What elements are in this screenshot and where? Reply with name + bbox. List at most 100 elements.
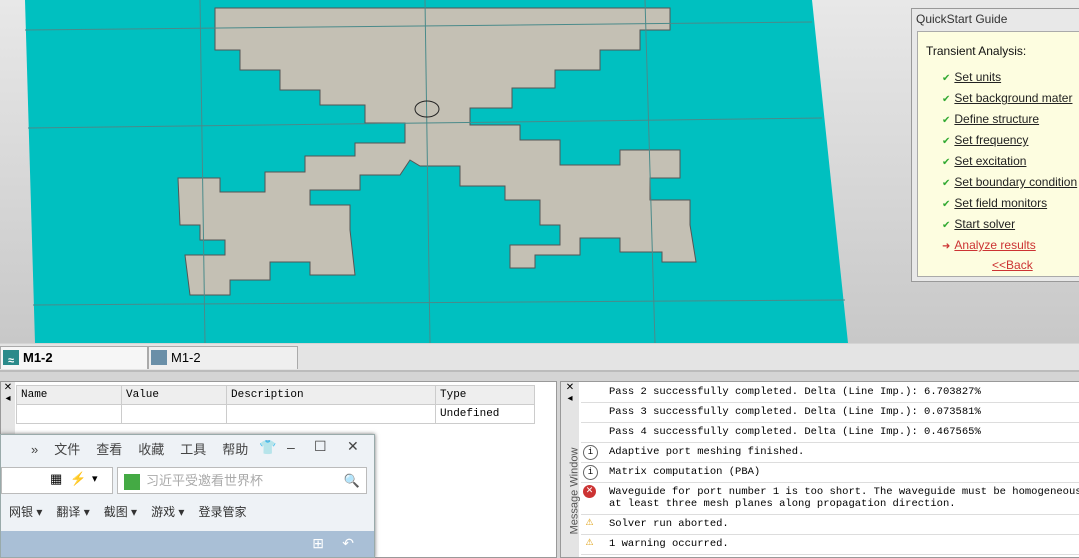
tab-m1-2-active[interactable]: ≈ M1-2: [0, 346, 148, 369]
menu-tools[interactable]: 工具: [180, 442, 206, 457]
step-link[interactable]: Start solver: [954, 217, 1015, 231]
toolbar-bank[interactable]: 网银 ▾: [9, 505, 42, 519]
toolbar-screenshot[interactable]: 截图 ▾: [104, 505, 137, 519]
undo-close-icon[interactable]: ↶: [342, 535, 354, 552]
message-text: Matrix computation (PBA): [609, 466, 761, 478]
cell[interactable]: [121, 404, 227, 424]
tab-m1-2[interactable]: M1-2: [148, 346, 298, 369]
step-set-units[interactable]: ✔ Set units: [942, 70, 1001, 84]
column-header[interactable]: Name: [16, 385, 122, 405]
3d-view[interactable]: QuickStart Guide Transient Analysis: ✔ Se…: [0, 0, 1079, 344]
browser-menu: » 文件 查看 收藏 工具 帮助: [31, 439, 264, 458]
message-window-title-wrap: Message Window: [561, 404, 581, 557]
message-row[interactable]: ✕ Waveguide for port number 1 is too shor…: [581, 482, 1079, 515]
tab-bar: ≈ M1-2 M1-2: [0, 344, 1079, 372]
message-row[interactable]: i Adaptive port meshing finished.: [581, 442, 1079, 463]
step-link[interactable]: Set excitation: [954, 154, 1026, 168]
back-link[interactable]: <<Back: [992, 258, 1033, 272]
step-set-excitation[interactable]: ✔ Set excitation: [942, 154, 1026, 168]
step-define-structure[interactable]: ✔ Define structure: [942, 112, 1039, 126]
wave-icon: ≈: [3, 350, 19, 367]
search-placeholder: 习近平受邀看世界杯: [146, 473, 264, 488]
check-icon: ✔: [942, 115, 951, 126]
cell[interactable]: [16, 404, 122, 424]
close-icon[interactable]: ✕: [1, 382, 15, 393]
message-row[interactable]: ⚠ Solver run aborted.: [581, 514, 1079, 535]
message-row[interactable]: i Matrix computation (PBA): [581, 462, 1079, 483]
browser-toolbar: 网银 ▾ 翻译 ▾ 截图 ▾ 游戏 ▾ 登录管家: [9, 503, 260, 520]
column-header[interactable]: Value: [121, 385, 227, 405]
step-link[interactable]: Define structure: [954, 112, 1039, 126]
step-link[interactable]: Analyze results: [954, 238, 1035, 252]
menu-view[interactable]: 查看: [96, 442, 122, 457]
step-set-frequency[interactable]: ✔ Set frequency: [942, 133, 1028, 147]
search-engine-icon[interactable]: [124, 473, 140, 490]
chevron-down-icon[interactable]: ▾: [92, 472, 98, 485]
new-tab-icon[interactable]: ⊞: [312, 535, 324, 552]
close-button[interactable]: ✕: [347, 438, 359, 455]
minimize-button[interactable]: –: [287, 439, 295, 455]
column-header[interactable]: Description: [226, 385, 436, 405]
message-row[interactable]: Pass 2 successfully completed. Delta (Li…: [581, 382, 1079, 403]
skin-icon[interactable]: 👕: [259, 439, 276, 456]
step-link[interactable]: Set boundary condition: [954, 175, 1077, 189]
step-set-background[interactable]: ✔ Set background mater: [942, 91, 1072, 105]
menu-file[interactable]: 文件: [54, 442, 80, 457]
check-icon: ✔: [942, 178, 951, 189]
warning-icon: ⚠: [585, 538, 594, 548]
collapse-icon[interactable]: ◂: [1, 393, 15, 404]
check-icon: ✔: [942, 73, 951, 84]
message-text: Pass 4 successfully completed. Delta (Li…: [609, 426, 981, 438]
table-row[interactable]: Undefined: [16, 404, 535, 424]
column-header[interactable]: Type: [435, 385, 535, 405]
message-text: Waveguide for port number 1 is too short…: [609, 486, 1079, 510]
step-link[interactable]: Set field monitors: [954, 196, 1047, 210]
menu-help[interactable]: 帮助: [222, 442, 248, 457]
message-row[interactable]: Pass 4 successfully completed. Delta (Li…: [581, 422, 1079, 443]
toolbar-games[interactable]: 游戏 ▾: [151, 505, 184, 519]
step-set-boundary[interactable]: ✔ Set boundary condition: [942, 175, 1077, 189]
lightning-icon[interactable]: ⚡: [70, 471, 86, 487]
menu-favorites[interactable]: 收藏: [138, 442, 164, 457]
info-icon: i: [583, 445, 598, 460]
check-icon: ✔: [942, 157, 951, 168]
toolbar-login-manager[interactable]: 登录管家: [198, 505, 246, 519]
schematic-icon: [151, 350, 167, 365]
toolbar-translate[interactable]: 翻译 ▾: [56, 505, 89, 519]
message-window-title: Message Window: [568, 447, 581, 535]
tab-label: M1-2: [23, 350, 53, 365]
collapse-icon[interactable]: ◂: [561, 393, 579, 404]
message-row[interactable]: Pass 3 successfully completed. Delta (Li…: [581, 402, 1079, 423]
step-link[interactable]: Set background mater: [954, 91, 1072, 105]
message-text: Adaptive port meshing finished.: [609, 446, 805, 458]
browser-tabstrip: ⊞ ↶: [1, 531, 374, 557]
step-start-solver[interactable]: ✔ Start solver: [942, 217, 1015, 231]
step-link[interactable]: Set frequency: [954, 133, 1028, 147]
tab-label: M1-2: [171, 350, 201, 365]
check-icon: ✔: [942, 136, 951, 147]
close-icon[interactable]: ✕: [561, 382, 579, 393]
qr-icon[interactable]: ▦: [50, 471, 62, 487]
step-link[interactable]: Set units: [954, 70, 1001, 84]
message-text: Pass 2 successfully completed. Delta (Li…: [609, 386, 981, 398]
message-text: Pass 3 successfully completed. Delta (Li…: [609, 406, 981, 418]
maximize-button[interactable]: ☐: [314, 438, 327, 455]
search-icon[interactable]: 🔍: [344, 468, 360, 493]
menu-overflow[interactable]: »: [31, 442, 38, 457]
step-analyze-results[interactable]: ➜ Analyze results: [942, 238, 1036, 252]
parameter-table: Name Value Description Type Undefined: [16, 385, 535, 424]
cell[interactable]: [226, 404, 436, 424]
cell[interactable]: Undefined: [435, 404, 535, 424]
message-window: ✕ ◂ Message Window Pass 2 successfully co…: [560, 381, 1079, 558]
check-icon: ✔: [942, 199, 951, 210]
browser-window: » 文件 查看 收藏 工具 帮助 👕 – ☐ ✕ ▦ ⚡ ▾ 习近平受邀看世界杯 🔍 网银 ▾ 翻…: [0, 434, 375, 558]
quickstart-heading: Transient Analysis:: [926, 44, 1027, 58]
quickstart-guide: QuickStart Guide Transient Analysis: ✔ Se…: [911, 8, 1079, 282]
check-icon: ✔: [942, 94, 951, 105]
message-row[interactable]: ⚠ 1 warning occurred.: [581, 534, 1079, 555]
message-text: 1 warning occurred.: [609, 538, 729, 550]
search-input[interactable]: 习近平受邀看世界杯 🔍: [117, 467, 367, 494]
step-set-field-monitors[interactable]: ✔ Set field monitors: [942, 196, 1047, 210]
message-text: Solver run aborted.: [609, 518, 729, 530]
address-bar[interactable]: ▦ ⚡ ▾: [1, 467, 113, 494]
